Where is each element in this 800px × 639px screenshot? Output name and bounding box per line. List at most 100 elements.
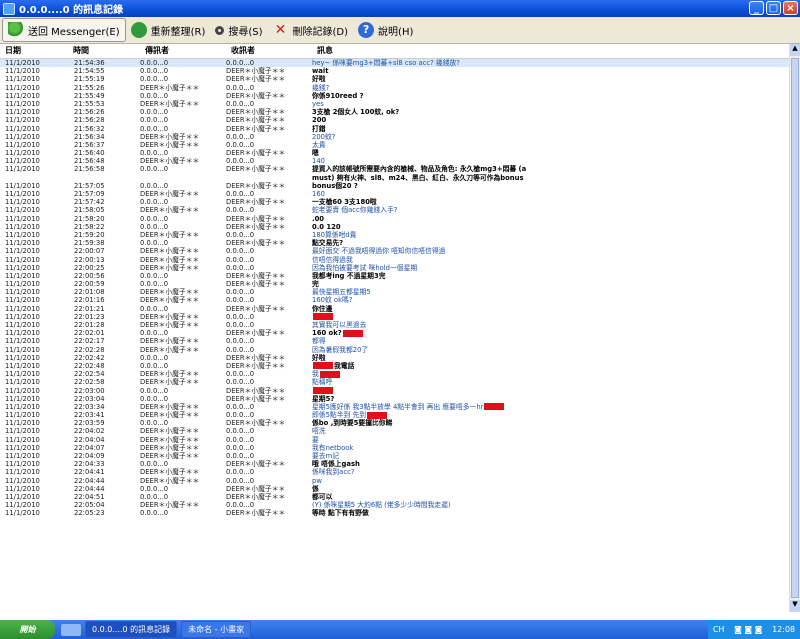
- search-button[interactable]: 搜尋(S): [210, 19, 267, 41]
- scroll-down-arrow[interactable]: ▼: [790, 600, 800, 612]
- table-row[interactable]: 11/1/2010 22:01:23 DEER＊小魔子＊＊ 0.0.0...0: [0, 313, 790, 321]
- table-row[interactable]: 11/1/2010 22:04:09 DEER＊小魔子＊＊ 0.0.0...0 要去m記: [0, 452, 790, 460]
- table-row[interactable]: 11/1/2010 21:56:32 0.0.0...0 DEER＊小魔子＊＊ 打錯: [0, 125, 790, 133]
- language-indicator[interactable]: CH: [713, 625, 725, 634]
- table-row[interactable]: 11/1/2010 22:04:44 0.0.0...0 DEER＊小魔子＊＊ 係: [0, 485, 790, 493]
- table-row[interactable]: 11/1/2010 21:56:58 0.0.0...0 DEER＊小魔子＊＊ 提買入的…: [0, 165, 790, 173]
- column-header-time[interactable]: 時間: [68, 44, 140, 58]
- time-cell: 22:04:41: [74, 468, 105, 477]
- table-row[interactable]: 11/1/2010 22:04:07 DEER＊小魔子＊＊ 0.0.0...0 我有ne…: [0, 444, 790, 452]
- table-row[interactable]: 11/1/2010 22:02:01 0.0.0...0 DEER＊小魔子＊＊ 160 …: [0, 329, 790, 337]
- column-header-sender[interactable]: 傳訊者: [140, 44, 226, 58]
- message-cell: 要: [312, 436, 790, 444]
- message-text: 都得: [312, 337, 326, 346]
- table-row[interactable]: 11/1/2010 22:03:34 DEER＊小魔子＊＊ 0.0.0...0 星期5應…: [0, 403, 790, 411]
- message-text: 星期5?: [312, 394, 335, 403]
- table-row[interactable]: 11/1/2010 21:58:20 0.0.0...0 DEER＊小魔子＊＊ .00: [0, 215, 790, 223]
- sender-cell: DEER＊小魔子＊＊: [140, 435, 200, 444]
- table-row[interactable]: 11/1/2010 21:55:26 DEER＊小魔子＊＊ 0.0.0...0 幾錢?: [0, 84, 790, 92]
- minimize-button[interactable]: _: [749, 1, 764, 15]
- table-row[interactable]: 11/1/2010 21:59:38 0.0.0...0 DEER＊小魔子＊＊ 點交易先…: [0, 239, 790, 247]
- table-row[interactable]: 11/1/2010 22:03:04 0.0.0...0 DEER＊小魔子＊＊ 星期5?: [0, 395, 790, 403]
- receiver-cell: DEER＊小魔子＊＊: [226, 91, 286, 100]
- table-row[interactable]: 11/1/2010 21:56:28 0.0.0...0 DEER＊小魔子＊＊ 200: [0, 116, 790, 124]
- column-header-date[interactable]: 日期: [0, 44, 68, 58]
- table-row[interactable]: 11/1/2010 21:58:05 DEER＊小魔子＊＊ 0.0.0...0 蛇老要賣…: [0, 206, 790, 214]
- delete-history-button[interactable]: ✕ 刪除記錄(D): [268, 19, 354, 41]
- message-cell: 點交易先?: [312, 239, 790, 247]
- table-row[interactable]: 11/1/2010 21:57:05 0.0.0...0 DEER＊小魔子＊＊ bonu…: [0, 182, 790, 190]
- table-row[interactable]: 11/1/2010 21:59:20 DEER＊小魔子＊＊ 0.0.0...0 180算…: [0, 231, 790, 239]
- table-row[interactable]: 11/1/2010 22:05:23 0.0.0...0 DEER＊小魔子＊＊ 等時 點…: [0, 509, 790, 517]
- table-row[interactable]: 11/1/2010 22:03:59 0.0.0...0 DEER＊小魔子＊＊ 係bo …: [0, 419, 790, 427]
- date-cell: 11/1/2010: [5, 296, 40, 305]
- table-row[interactable]: 11/1/2010 22:04:33 0.0.0...0 DEER＊小魔子＊＊哦 唔係…: [0, 460, 790, 468]
- table-row[interactable]: 11/1/2010 22:01:16 DEER＊小魔子＊＊ 0.0.0...0 160蚊…: [0, 296, 790, 304]
- taskbar-item-paint[interactable]: 未命名 - 小畫家: [181, 621, 252, 638]
- table-row[interactable]: 11/1/2010 22:04:41 DEER＊小魔子＊＊ 0.0.0...0 係咪我到…: [0, 468, 790, 476]
- receiver-cell: DEER＊小魔子＊＊: [226, 386, 286, 395]
- table-row[interactable]: 11/1/2010 22:02:48 0.0.0...0 DEER＊小魔子＊＊ 我電話: [0, 362, 790, 370]
- tray-icons[interactable]: ◙ ◙ ◙: [734, 625, 762, 634]
- message-cell: 等時 點下有有野做: [312, 509, 790, 517]
- quick-launch-icon[interactable]: [61, 623, 81, 636]
- table-row[interactable]: 11/1/2010 22:01:08 DEER＊小魔子＊＊ 0.0.0...0 最快星期…: [0, 288, 790, 296]
- table-row[interactable]: 11/1/2010 21:55:49 0.0.0...0 DEER＊小魔子＊＊ 你係91…: [0, 92, 790, 100]
- table-row[interactable]: 11/1/2010 22:00:25 DEER＊小魔子＊＊ 0.0.0...0 因為我怕…: [0, 264, 790, 272]
- taskbar-item-history[interactable]: 0.0.0....0 的訊息記錄: [85, 621, 178, 638]
- scroll-up-arrow[interactable]: ▲: [790, 44, 800, 56]
- table-row[interactable]: 11/1/2010 22:01:28 DEER＊小魔子＊＊ 0.0.0...0 其實我可…: [0, 321, 790, 329]
- table-row[interactable]: 11/1/2010 22:00:56 0.0.0...0 DEER＊小魔子＊＊ 我都考i…: [0, 272, 790, 280]
- message-text: 信唔信得過我: [312, 255, 353, 264]
- message-cell: hey~ 係咪要mg3+悶蕃+sl8 cso acc? 幾錢放?: [312, 59, 790, 67]
- message-cell: .00: [312, 215, 790, 223]
- table-row[interactable]: 11/1/2010 22:00:07 DEER＊小魔子＊＊ 0.0.0...0 最好面交…: [0, 247, 790, 255]
- column-header-message[interactable]: 訊息: [312, 44, 790, 58]
- table-row[interactable]: 11/1/2010 22:04:44 DEER＊小魔子＊＊ 0.0.0...0 pw: [0, 477, 790, 485]
- table-row[interactable]: 11/1/2010 22:04:04 DEER＊小魔子＊＊ 0.0.0...0 要: [0, 436, 790, 444]
- table-row[interactable]: 11/1/2010 22:00:13 DEER＊小魔子＊＊ 0.0.0...0 信唔信得…: [0, 256, 790, 264]
- table-row[interactable]: 11/1/2010 22:02:54 DEER＊小魔子＊＊ 0.0.0...0 我: [0, 370, 790, 378]
- table-row[interactable]: 11/1/2010 21:54:36 0.0.0...0 0.0.0...0 hey~ …: [0, 59, 790, 68]
- message-cell: 即係5點半到 先到: [312, 411, 790, 419]
- table-row[interactable]: 11/1/2010 21:56:26 0.0.0...0 DEER＊小魔子＊＊ 3支槍 …: [0, 108, 790, 116]
- table-row[interactable]: 11/1/2010 21:57:09 DEER＊小魔子＊＊ 0.0.0...0 160: [0, 190, 790, 198]
- table-row[interactable]: 11/1/2010 21:54:55 0.0.0...0 DEER＊小魔子＊＊ wait: [0, 67, 790, 75]
- table-row[interactable]: 11/1/2010 22:02:42 0.0.0...0 DEER＊小魔子＊＊ 好啦: [0, 354, 790, 362]
- maximize-button[interactable]: □: [766, 1, 781, 15]
- table-row[interactable]: 11/1/2010 21:58:22 0.0.0...0 DEER＊小魔子＊＊ 0.0 …: [0, 223, 790, 231]
- help-button[interactable]: ? 說明(H): [353, 19, 418, 41]
- table-row[interactable]: 11/1/2010 22:03:41 DEER＊小魔子＊＊ 0.0.0...0 即係5點…: [0, 411, 790, 419]
- window-titlebar[interactable]: 0.0.0....0 的訊息記錄 _ □ ×: [0, 0, 800, 17]
- scrollbar-thumb[interactable]: [791, 58, 799, 598]
- time-cell: 21:54:55: [74, 67, 105, 76]
- table-row[interactable]: 11/1/2010 21:56:48 DEER＊小魔子＊＊ 0.0.0...0 140: [0, 157, 790, 165]
- sender-cell: 0.0.0...0: [140, 271, 169, 280]
- close-button[interactable]: ×: [783, 1, 798, 15]
- table-row[interactable]: 11/1/2010 21:55:53 DEER＊小魔子＊＊ 0.0.0...0 yes: [0, 100, 790, 108]
- table-row[interactable]: 11/1/2010 21:56:40 0.0.0...0 DEER＊小魔子＊＊嗯: [0, 149, 790, 157]
- vertical-scrollbar[interactable]: ▲ ▼: [789, 44, 800, 612]
- message-cell: 太貴: [312, 141, 790, 149]
- table-row[interactable]: 11/1/2010 21:56:37 DEER＊小魔子＊＊ 0.0.0...0 太貴: [0, 141, 790, 149]
- table-row[interactable]: 11/1/2010 22:00:59 0.0.0...0 DEER＊小魔子＊＊完: [0, 280, 790, 288]
- table-row[interactable]: 11/1/2010 22:01:21 0.0.0...0 DEER＊小魔子＊＊ 你住邊: [0, 305, 790, 313]
- refresh-button[interactable]: 重新整理(R): [126, 19, 211, 41]
- column-header-receiver[interactable]: 收訊者: [226, 44, 312, 58]
- start-button[interactable]: 開始: [0, 620, 55, 639]
- table-row[interactable]: 11/1/2010 22:05:04 DEER＊小魔子＊＊ 0.0.0...0 (Y) …: [0, 501, 790, 509]
- table-row[interactable]: 11/1/2010 22:02:28 DEER＊小魔子＊＊ 0.0.0...0 因為暑假…: [0, 346, 790, 354]
- table-row[interactable]: must) 夠有火神、sl8、m24、黑白、紅白、永久刀等可作為bonus: [0, 174, 790, 182]
- table-row[interactable]: 11/1/2010 22:04:02 DEER＊小魔子＊＊ 0.0.0...0 唔洗: [0, 427, 790, 435]
- table-row[interactable]: 11/1/2010 22:04:51 0.0.0...0 DEER＊小魔子＊＊ 都可以: [0, 493, 790, 501]
- table-row[interactable]: 11/1/2010 21:55:19 0.0.0...0 DEER＊小魔子＊＊ 好啦: [0, 75, 790, 83]
- table-row[interactable]: 11/1/2010 21:57:42 0.0.0...0 DEER＊小魔子＊＊ 一支槍6…: [0, 198, 790, 206]
- back-to-messenger-button[interactable]: 送回 Messenger(E): [2, 18, 126, 42]
- table-row[interactable]: 11/1/2010 22:03:00 0.0.0...0 DEER＊小魔子＊＊: [0, 387, 790, 395]
- table-row[interactable]: 11/1/2010 22:02:58 DEER＊小魔子＊＊ 0.0.0...0 點稱呼: [0, 378, 790, 386]
- time-cell: 22:02:58: [74, 378, 105, 387]
- table-row[interactable]: 11/1/2010 22:02:17 DEER＊小魔子＊＊ 0.0.0...0 都得: [0, 337, 790, 345]
- message-cell: 200: [312, 116, 790, 124]
- receiver-cell: 0.0.0...0: [226, 83, 255, 92]
- table-row[interactable]: 11/1/2010 21:56:34 DEER＊小魔子＊＊ 0.0.0...0 200蚊…: [0, 133, 790, 141]
